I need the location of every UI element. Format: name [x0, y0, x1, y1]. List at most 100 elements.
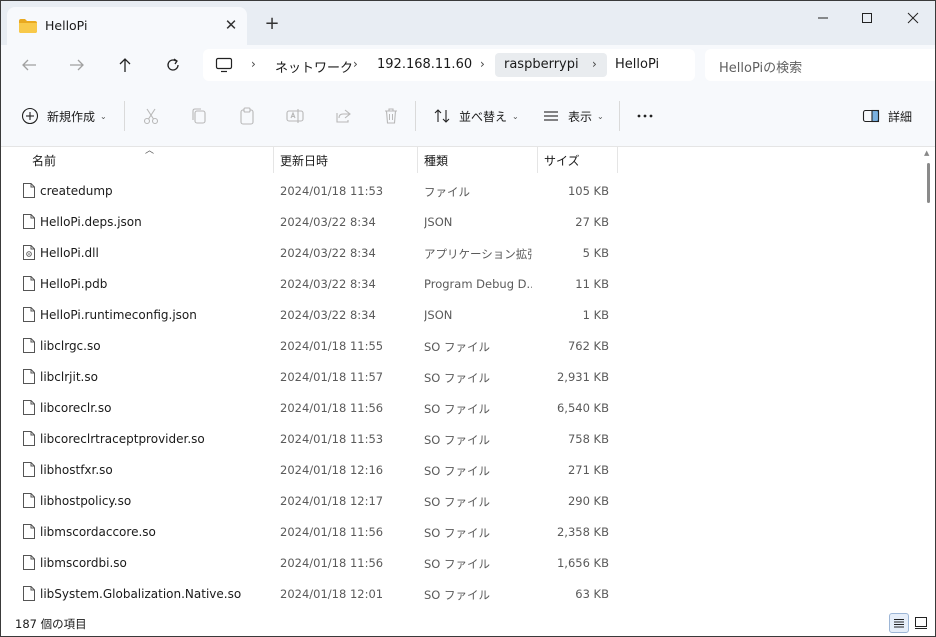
- tab-close-button[interactable]: ✕: [221, 15, 241, 35]
- file-size: 27 KB: [575, 215, 609, 229]
- more-options-button[interactable]: [635, 105, 655, 127]
- column-header-date-label: 更新日時: [280, 154, 329, 168]
- details-button-label: 詳細: [888, 109, 913, 124]
- file-row[interactable]: createdump 2024/01/18 11:53 ファイル 105 KB: [1, 175, 917, 206]
- file-size: 1 KB: [582, 308, 609, 322]
- column-header-name[interactable]: 名前: [32, 147, 272, 175]
- minimize-icon: [818, 17, 828, 19]
- up-button[interactable]: [111, 53, 139, 77]
- file-row[interactable]: libcoreclrtraceptprovider.so 2024/01/18 1…: [1, 423, 917, 454]
- column-divider[interactable]: [537, 147, 538, 173]
- chevron-down-icon: ⌄: [100, 111, 107, 121]
- tab-hellopi[interactable]: HelloPi ✕: [7, 7, 247, 45]
- scrollbar-thumb[interactable]: [927, 163, 930, 203]
- file-size: 11 KB: [575, 277, 609, 291]
- file-date: 2024/01/18 12:01: [280, 587, 384, 601]
- file-row[interactable]: libhostpolicy.so 2024/01/18 12:17 SO ファイル 2…: [1, 485, 917, 516]
- file-icon: [23, 524, 35, 539]
- file-date: 2024/01/18 11:57: [280, 370, 384, 384]
- file-size: 105 KB: [567, 184, 609, 198]
- back-button[interactable]: [15, 53, 43, 77]
- cut-icon[interactable]: [142, 107, 160, 125]
- file-type: SO ファイル: [424, 526, 491, 540]
- file-size: 2,931 KB: [556, 370, 609, 384]
- details-pane-button[interactable]: 詳細: [862, 105, 912, 127]
- file-row[interactable]: libmscordbi.so 2024/01/18 11:56 SO ファイル 1,6…: [1, 547, 917, 578]
- file-row[interactable]: HelloPi.pdb 2024/03/22 8:34 Program Debug …: [1, 268, 917, 299]
- sort-button[interactable]: 並べ替え ⌄: [433, 105, 519, 127]
- breadcrumb-ip[interactable]: 192.168.11.60: [377, 57, 472, 72]
- details-view-button[interactable]: [889, 613, 909, 633]
- column-divider[interactable]: [417, 147, 418, 173]
- details-pane-icon: [862, 109, 880, 123]
- file-row[interactable]: libmscordaccore.so 2024/01/18 11:56 SO ファイ…: [1, 516, 917, 547]
- column-divider[interactable]: [617, 147, 618, 173]
- file-type: JSON: [424, 308, 453, 322]
- file-type: SO ファイル: [424, 588, 491, 602]
- column-header-name-label: 名前: [32, 154, 57, 168]
- paste-icon[interactable]: [238, 107, 256, 125]
- breadcrumb-separator[interactable]: ›: [251, 57, 256, 71]
- file-row[interactable]: libcoreclr.so 2024/01/18 11:56 SO ファイル 6,54…: [1, 392, 917, 423]
- file-icon: [23, 338, 35, 353]
- column-header-date[interactable]: 更新日時: [280, 147, 416, 175]
- tab-title: HelloPi: [45, 18, 88, 33]
- file-date: 2024/01/18 11:55: [280, 339, 384, 353]
- address-bar[interactable]: › ネットワーク › 192.168.11.60 › raspberrypi ›…: [203, 49, 695, 81]
- new-button[interactable]: 新規作成 ⌄: [21, 105, 107, 127]
- rename-icon[interactable]: [286, 107, 304, 125]
- file-row[interactable]: HelloPi.runtimeconfig.json 2024/03/22 8:3…: [1, 299, 917, 330]
- file-type: SO ファイル: [424, 464, 491, 478]
- file-row[interactable]: HelloPi.deps.json 2024/03/22 8:34 JSON 27 K…: [1, 206, 917, 237]
- chevron-down-icon: ⌄: [512, 111, 519, 121]
- file-icon: [23, 586, 35, 601]
- toolbar-divider: [619, 101, 620, 131]
- share-icon[interactable]: [334, 107, 352, 125]
- breadcrumb-hellopi[interactable]: HelloPi: [615, 57, 659, 72]
- file-name: createdump: [40, 184, 113, 198]
- breadcrumb-separator[interactable]: ›: [480, 57, 485, 71]
- file-row[interactable]: libhostfxr.so 2024/01/18 12:16 SO ファイル 271 …: [1, 454, 917, 485]
- file-type: Program Debug D...: [424, 277, 532, 291]
- item-count: 187 個の項目: [15, 617, 87, 631]
- view-button[interactable]: 表示 ⌄: [542, 105, 604, 127]
- refresh-button[interactable]: [159, 53, 187, 77]
- breadcrumb-separator[interactable]: ›: [592, 57, 597, 71]
- forward-arrow-icon: [70, 59, 84, 71]
- file-row[interactable]: libclrjit.so 2024/01/18 11:57 SO ファイル 2,931…: [1, 361, 917, 392]
- breadcrumb-separator[interactable]: ›: [353, 57, 358, 71]
- forward-button[interactable]: [63, 53, 91, 77]
- tiles-view-button[interactable]: [911, 613, 931, 633]
- file-row[interactable]: HelloPi.dll 2024/03/22 8:34 アプリケーション拡張 5 KB: [1, 237, 917, 268]
- file-name: HelloPi.dll: [40, 246, 99, 260]
- file-name: libmscordbi.so: [40, 556, 127, 570]
- file-row[interactable]: libclrgc.so 2024/01/18 11:55 SO ファイル 762 KB: [1, 330, 917, 361]
- column-header-size-label: サイズ: [544, 154, 580, 168]
- breadcrumb-raspberrypi[interactable]: raspberrypi: [504, 57, 579, 72]
- file-explorer-window: HelloPi ✕ + › ネットワーク › 192.168.11.60 › r…: [0, 0, 936, 637]
- scroll-up-icon[interactable]: ▲: [924, 149, 929, 157]
- delete-icon[interactable]: [382, 107, 400, 125]
- breadcrumb-network[interactable]: ネットワーク: [275, 57, 353, 76]
- file-type: SO ファイル: [424, 495, 491, 509]
- search-box[interactable]: HelloPiの検索: [705, 49, 935, 81]
- file-name: libcoreclrtraceptprovider.so: [40, 432, 205, 446]
- close-button[interactable]: [893, 5, 933, 31]
- column-header-size[interactable]: サイズ: [544, 147, 616, 175]
- new-tab-button[interactable]: +: [261, 13, 283, 35]
- file-date: 2024/03/22 8:34: [280, 308, 376, 322]
- column-divider[interactable]: [273, 147, 274, 173]
- file-type: SO ファイル: [424, 340, 491, 354]
- new-button-label: 新規作成: [47, 109, 96, 124]
- file-row[interactable]: libSystem.Globalization.Native.so 2024/01…: [1, 578, 917, 609]
- file-icon: [23, 369, 35, 384]
- minimize-button[interactable]: [803, 5, 843, 31]
- file-name: libcoreclr.so: [40, 401, 112, 415]
- file-icon: [23, 183, 35, 198]
- maximize-button[interactable]: [847, 5, 887, 31]
- file-date: 2024/01/18 11:53: [280, 184, 384, 198]
- vertical-scrollbar[interactable]: ▲: [921, 147, 935, 607]
- column-header-type[interactable]: 種類: [424, 147, 536, 175]
- back-arrow-icon: [22, 59, 36, 71]
- copy-icon[interactable]: [190, 107, 208, 125]
